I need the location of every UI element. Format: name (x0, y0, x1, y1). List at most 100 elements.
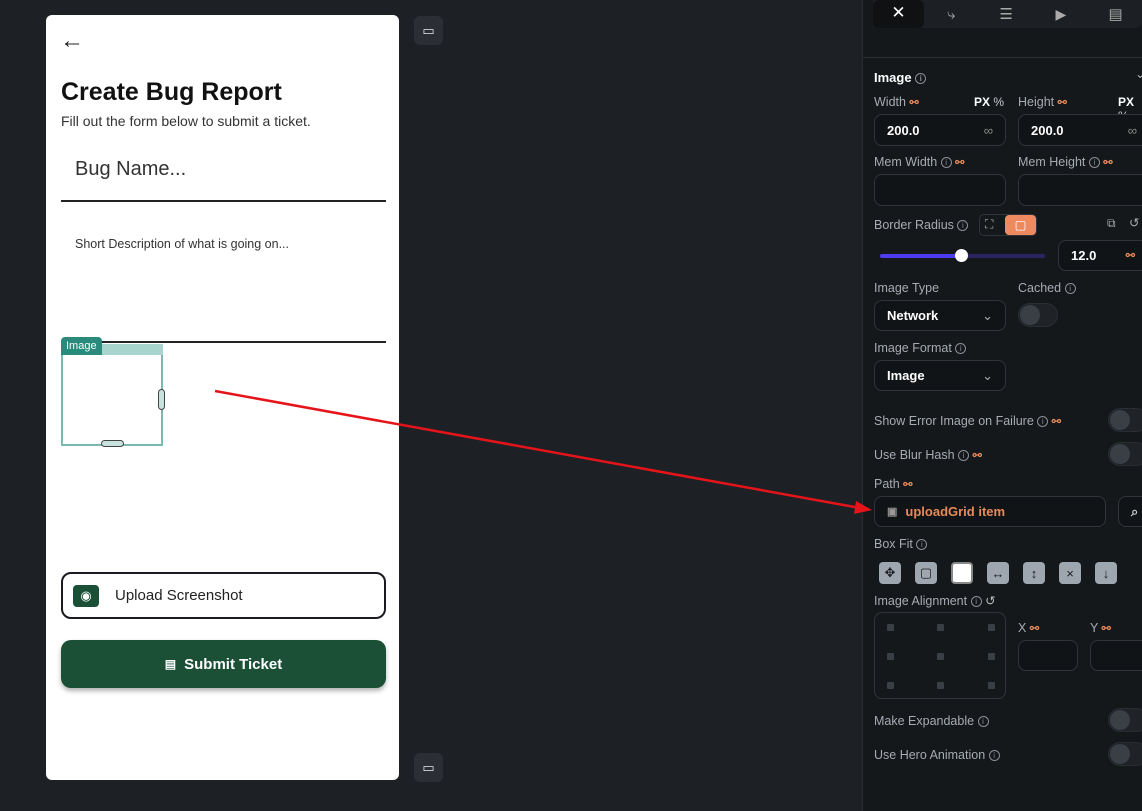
bug-name-placeholder: Bug Name... (75, 158, 187, 180)
fit-height-icon[interactable]: ↕ (1023, 562, 1045, 584)
path-input[interactable]: ▣ uploadGrid item (874, 496, 1106, 527)
box-fit-options: ✥ ▢ ↔ ↕ × ↓ (879, 562, 1117, 584)
variable-icon[interactable]: ⚯ (1103, 157, 1112, 169)
chevron-down-icon[interactable]: ⌄ (1135, 66, 1142, 81)
info-icon[interactable]: i (988, 750, 1000, 762)
expandable-label: Make Expandable (874, 714, 975, 728)
y-input[interactable] (1090, 640, 1142, 671)
tab-actions-icon[interactable]: ⤷ (924, 6, 979, 23)
panel-tabs: ✕ ⤷ ☰ ▶ ▤ (873, 0, 1142, 28)
cached-label: Cached (1018, 281, 1062, 295)
device-preview-icon[interactable]: ▭ (414, 753, 443, 782)
receipt-icon: ▤ (164, 657, 177, 671)
fit-contain-icon[interactable]: ✥ (879, 562, 901, 584)
unit-px[interactable]: PX (974, 95, 990, 109)
info-icon[interactable]: i (970, 596, 982, 608)
description-input[interactable]: Short Description of what is going on... (61, 225, 386, 343)
image-format-dropdown[interactable]: Image ⌄ (874, 360, 1006, 391)
upload-screenshot-button[interactable]: ◉ Upload Screenshot (61, 572, 386, 619)
info-icon[interactable]: i (1064, 283, 1076, 295)
section-title: Image i (874, 70, 927, 85)
hero-label: Use Hero Animation (874, 748, 986, 762)
variable-icon[interactable]: ⚯ (1052, 416, 1061, 428)
info-icon[interactable]: i (916, 539, 928, 551)
tab-run-icon[interactable]: ▶ (1033, 6, 1088, 23)
info-icon[interactable]: i (915, 73, 927, 85)
info-icon[interactable]: i (955, 343, 967, 355)
bug-name-input[interactable]: Bug Name... (61, 150, 386, 202)
arrow-left-icon[interactable]: ← (60, 27, 84, 55)
reset-icon[interactable]: ↺ (985, 594, 995, 608)
reset-icon[interactable]: ↺ (1129, 215, 1139, 230)
tab-properties-icon[interactable]: ✕ (873, 0, 924, 28)
resize-handle-right[interactable] (158, 389, 165, 410)
show-error-toggle[interactable] (1108, 408, 1142, 432)
image-widget-selected[interactable]: Image (61, 337, 165, 447)
info-icon[interactable]: i (957, 220, 969, 232)
blur-hash-toggle[interactable] (1108, 442, 1142, 466)
variable-icon[interactable]: ⚯ (973, 450, 982, 462)
description-placeholder: Short Description of what is going on... (75, 237, 290, 251)
path-label: Path (874, 477, 900, 491)
image-icon: ▣ (887, 506, 898, 518)
mem-width-input[interactable] (874, 174, 1006, 206)
page-subtitle: Fill out the form below to submit a tick… (61, 113, 311, 129)
resize-handle-bottom[interactable] (101, 440, 124, 447)
submit-label: Submit Ticket (184, 655, 283, 673)
tab-backend-query-icon[interactable]: ☰ (979, 5, 1034, 23)
y-label: Y (1090, 621, 1099, 635)
add-photo-icon: ◉ (73, 584, 99, 607)
chevron-down-icon: ⌄ (982, 307, 993, 323)
image-type-dropdown[interactable]: Network ⌄ (874, 300, 1006, 331)
radius-all-icon[interactable]: ▢ (1005, 215, 1036, 235)
unit-percent[interactable]: % (993, 95, 1004, 109)
search-icon[interactable]: ⌕ (1118, 496, 1142, 527)
border-radius-label: Border Radius (874, 218, 954, 232)
keyboard-toggle-icon[interactable]: ▭ (414, 16, 443, 45)
radius-mode-toggle[interactable]: ⛶ ▢ (979, 214, 1037, 236)
info-icon[interactable]: i (977, 716, 989, 728)
x-label: X (1018, 621, 1027, 635)
border-radius-slider[interactable] (880, 249, 1045, 262)
page-title: Create Bug Report (61, 78, 282, 106)
expandable-toggle[interactable] (1108, 708, 1142, 732)
fit-scale-down-icon[interactable]: ↓ (1095, 562, 1117, 584)
width-input[interactable]: 200.0 ∞ (874, 114, 1006, 146)
info-icon[interactable]: i (1088, 157, 1100, 169)
fit-none-icon[interactable]: × (1059, 562, 1081, 584)
variable-icon[interactable]: ⚯ (955, 157, 964, 169)
variable-icon[interactable]: ⚯ (903, 479, 912, 491)
info-icon[interactable]: i (958, 450, 970, 462)
info-icon[interactable]: i (940, 157, 952, 169)
infinity-icon[interactable]: ∞ (984, 123, 993, 138)
fit-fill-icon[interactable] (951, 562, 973, 584)
mem-height-label: Mem Height (1018, 155, 1086, 169)
border-radius-input[interactable]: 12.0 ⚯ (1058, 240, 1142, 271)
image-widget-tag: Image (61, 337, 102, 355)
hero-toggle[interactable] (1108, 742, 1142, 766)
variable-icon[interactable]: ⚯ (1058, 97, 1067, 109)
fit-cover-icon[interactable]: ▢ (915, 562, 937, 584)
blur-hash-label: Use Blur Hash (874, 448, 955, 462)
cached-toggle[interactable] (1018, 303, 1058, 327)
height-label: Height (1018, 95, 1055, 109)
fit-width-icon[interactable]: ↔ (987, 562, 1009, 584)
info-icon[interactable]: i (1037, 416, 1049, 428)
phone-canvas: ← Create Bug Report Fill out the form be… (46, 15, 399, 780)
properties-panel: ✕ ⤷ ☰ ▶ ▤ Image i ⌄ Width ⚯ PX % 200.0 ∞ … (862, 0, 1142, 811)
tab-add-icon[interactable]: ▤ (1088, 5, 1142, 23)
alignment-label: Image Alignment (874, 594, 968, 608)
upload-label: Upload Screenshot (115, 587, 243, 604)
x-input[interactable] (1018, 640, 1078, 671)
variable-icon[interactable]: ⚯ (909, 97, 918, 109)
width-label: Width (874, 95, 906, 109)
alignment-grid[interactable] (874, 612, 1006, 699)
image-type-label: Image Type (874, 281, 940, 295)
height-input[interactable]: 200.0 ∞ (1018, 114, 1142, 146)
copy-icon[interactable]: ⧉ (1107, 216, 1116, 231)
submit-ticket-button[interactable]: ▤ Submit Ticket (61, 640, 386, 688)
radius-individual-icon[interactable]: ⛶ (985, 217, 993, 232)
mem-height-input[interactable] (1018, 174, 1142, 206)
box-fit-label: Box Fit (874, 537, 913, 551)
unit-px[interactable]: PX (1118, 95, 1134, 109)
